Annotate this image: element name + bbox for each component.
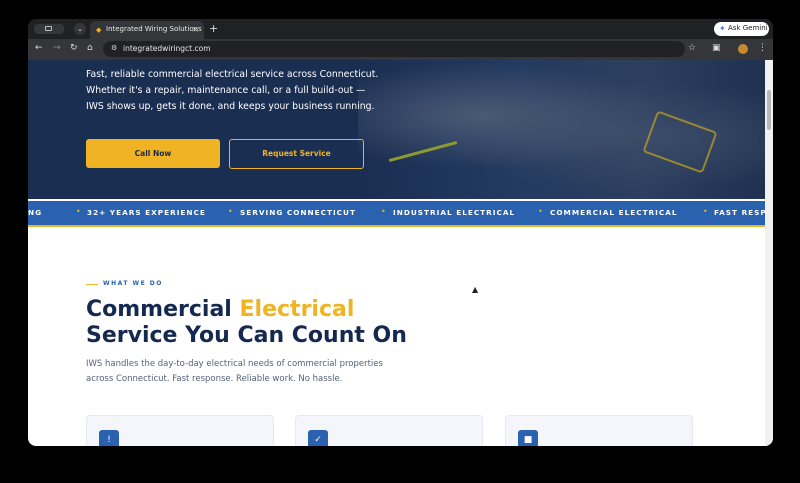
ticker-item: NG xyxy=(28,208,43,217)
profile-avatar[interactable] xyxy=(738,44,748,54)
folder-icon: ■ xyxy=(518,430,538,446)
menu-dots-icon[interactable]: ⋮ xyxy=(758,43,767,53)
browser-window: ⌄ ◆ Integrated Wiring Solutions × + ✦ As… xyxy=(28,19,773,446)
ticker-item: 32+ YEARS EXPERIENCE xyxy=(87,208,206,217)
eyebrow-line xyxy=(86,284,98,285)
checklist-icon: ✓ xyxy=(308,430,328,446)
ticker-dot: • xyxy=(703,207,708,216)
scrollbar-thumb[interactable] xyxy=(767,90,771,130)
ticker-dot: • xyxy=(538,207,543,216)
service-card[interactable]: ! xyxy=(86,415,274,446)
reload-icon[interactable]: ↻ xyxy=(70,43,78,53)
tab-strip: ⌄ ◆ Integrated Wiring Solutions × + ✦ As… xyxy=(28,19,773,39)
site-settings-icon[interactable]: ⚙ xyxy=(111,44,117,52)
ask-gemini-label: Ask Gemini xyxy=(728,24,768,32)
call-now-button[interactable]: Call Now xyxy=(86,139,220,168)
scrollbar[interactable] xyxy=(765,60,773,446)
home-icon[interactable]: ⌂ xyxy=(87,43,93,53)
ticker-item: INDUSTRIAL ELECTRICAL xyxy=(393,208,516,217)
service-card[interactable]: ■ xyxy=(505,415,693,446)
address-bar[interactable]: ⚙ integratedwiringct.com xyxy=(103,41,685,57)
browser-toolbar: ← → ↻ ⌂ ⚙ integratedwiringct.com ☆ ▣ ⋮ xyxy=(28,39,773,60)
ticker-item: COMMERCIAL ELECTRICAL xyxy=(550,208,678,217)
gemini-icon: ✦ xyxy=(719,24,726,33)
extensions-icon[interactable]: ▣ xyxy=(712,43,721,53)
ask-gemini-button[interactable]: ✦ Ask Gemini xyxy=(714,22,769,36)
url-text: integratedwiringct.com xyxy=(123,44,211,53)
bookmark-star-icon[interactable]: ☆ xyxy=(688,43,696,53)
section-lead: IWS handles the day-to-day electrical ne… xyxy=(86,359,383,384)
heading-part1: Commercial xyxy=(86,297,240,322)
new-tab-button[interactable]: + xyxy=(209,22,218,35)
web-page: Fast, reliable commercial electrical ser… xyxy=(28,60,773,446)
forward-icon[interactable]: → xyxy=(53,43,61,53)
section-eyebrow: WHAT WE DO xyxy=(103,280,163,287)
ticker-item: FAST RESPO xyxy=(714,208,765,217)
heading-highlight: Electrical xyxy=(239,297,355,322)
ticker-dot: • xyxy=(381,207,386,216)
hero-section: Fast, reliable commercial electrical ser… xyxy=(28,60,765,199)
ticker-bar: NG • 32+ YEARS EXPERIENCE • SERVING CONN… xyxy=(28,201,765,227)
mouse-cursor-icon: ▲ xyxy=(472,285,479,294)
browser-tab[interactable]: ◆ Integrated Wiring Solutions × xyxy=(90,21,204,39)
ticker-dot: • xyxy=(76,207,81,216)
clock-icon: ! xyxy=(99,430,119,446)
tab-close-icon[interactable]: × xyxy=(192,25,199,34)
hero-text: Fast, reliable commercial electrical ser… xyxy=(86,69,379,112)
ticker-dot: • xyxy=(228,207,233,216)
service-card[interactable]: ✓ xyxy=(295,415,483,446)
back-icon[interactable]: ← xyxy=(35,43,43,53)
request-service-button[interactable]: Request Service xyxy=(229,139,364,169)
ticker-item: SERVING CONNECTICUT xyxy=(240,208,356,217)
section-heading: Commercial Electrical Service You Can Co… xyxy=(86,297,407,349)
heading-line2: Service You Can Count On xyxy=(86,323,407,348)
tab-search-icon[interactable] xyxy=(34,24,64,34)
tab-dropdown-icon[interactable]: ⌄ xyxy=(74,23,86,35)
favicon-icon: ◆ xyxy=(96,26,102,34)
tab-title: Integrated Wiring Solutions xyxy=(106,25,202,33)
